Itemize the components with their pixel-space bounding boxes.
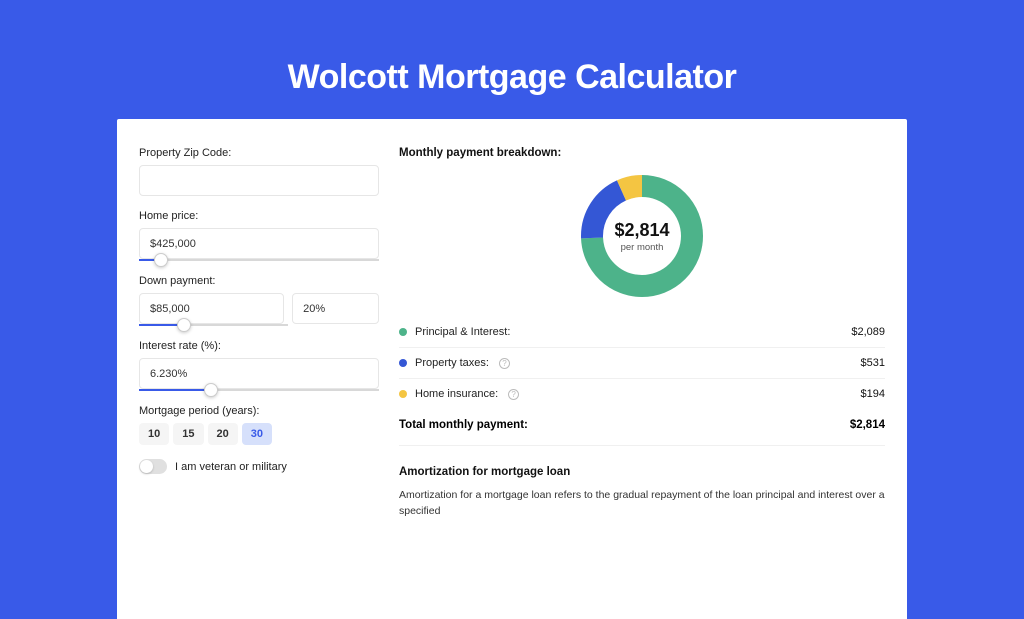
donut-chart: $2,814 per month <box>579 173 705 299</box>
interest-rate-slider[interactable] <box>139 389 379 391</box>
donut-amount: $2,814 <box>614 220 669 241</box>
zip-field: Property Zip Code: <box>139 147 379 196</box>
legend-row: Home insurance:? $194 <box>399 379 885 409</box>
total-value: $2,814 <box>850 419 885 431</box>
down-payment-label: Down payment: <box>139 275 379 287</box>
total-label: Total monthly payment: <box>399 419 528 431</box>
interest-rate-slider-thumb[interactable] <box>204 383 218 397</box>
veteran-label: I am veteran or military <box>175 461 287 473</box>
legend-label: Home insurance: <box>415 388 498 400</box>
legend-dot-icon <box>399 328 407 336</box>
home-price-slider[interactable] <box>139 259 379 261</box>
interest-rate-input[interactable] <box>139 358 379 389</box>
donut-chart-wrap: $2,814 per month <box>399 173 885 299</box>
amortization-heading: Amortization for mortgage loan <box>399 466 885 478</box>
mortgage-period-label: Mortgage period (years): <box>139 405 379 417</box>
period-btn-15[interactable]: 15 <box>173 423 203 445</box>
total-row: Total monthly payment: $2,814 <box>399 409 885 446</box>
legend-label: Property taxes: <box>415 357 489 369</box>
mortgage-period-field: Mortgage period (years): 10152030 <box>139 405 379 445</box>
down-payment-slider[interactable] <box>139 324 288 326</box>
home-price-label: Home price: <box>139 210 379 222</box>
breakdown-column: Monthly payment breakdown: $2,814 per mo… <box>389 147 885 591</box>
legend-dot-icon <box>399 359 407 367</box>
donut-sublabel: per month <box>621 242 664 253</box>
zip-input[interactable] <box>139 165 379 196</box>
info-icon[interactable]: ? <box>499 358 510 369</box>
info-icon[interactable]: ? <box>508 389 519 400</box>
zip-label: Property Zip Code: <box>139 147 379 159</box>
down-payment-slider-thumb[interactable] <box>177 318 191 332</box>
page-title: Wolcott Mortgage Calculator <box>0 0 1024 119</box>
down-payment-amount-input[interactable] <box>139 293 284 324</box>
period-btn-20[interactable]: 20 <box>208 423 238 445</box>
period-btn-10[interactable]: 10 <box>139 423 169 445</box>
veteran-toggle[interactable] <box>139 459 167 474</box>
legend-value: $194 <box>861 388 885 400</box>
home-price-slider-thumb[interactable] <box>154 253 168 267</box>
form-column: Property Zip Code: Home price: Down paym… <box>139 147 389 591</box>
amortization-text: Amortization for a mortgage loan refers … <box>399 488 885 520</box>
down-payment-percent-input[interactable] <box>292 293 379 324</box>
legend-value: $531 <box>861 357 885 369</box>
toggle-knob <box>140 460 153 473</box>
home-price-field: Home price: <box>139 210 379 261</box>
down-payment-field: Down payment: <box>139 275 379 326</box>
interest-rate-label: Interest rate (%): <box>139 340 379 352</box>
veteran-toggle-row: I am veteran or military <box>139 459 379 474</box>
home-price-input[interactable] <box>139 228 379 259</box>
interest-rate-field: Interest rate (%): <box>139 340 379 391</box>
calculator-panel: Property Zip Code: Home price: Down paym… <box>117 119 907 619</box>
legend-value: $2,089 <box>851 326 885 338</box>
period-btn-30[interactable]: 30 <box>242 423 272 445</box>
legend-label: Principal & Interest: <box>415 326 510 338</box>
breakdown-heading: Monthly payment breakdown: <box>399 147 885 159</box>
legend-row: Property taxes:? $531 <box>399 348 885 379</box>
legend-row: Principal & Interest: $2,089 <box>399 317 885 348</box>
legend-dot-icon <box>399 390 407 398</box>
